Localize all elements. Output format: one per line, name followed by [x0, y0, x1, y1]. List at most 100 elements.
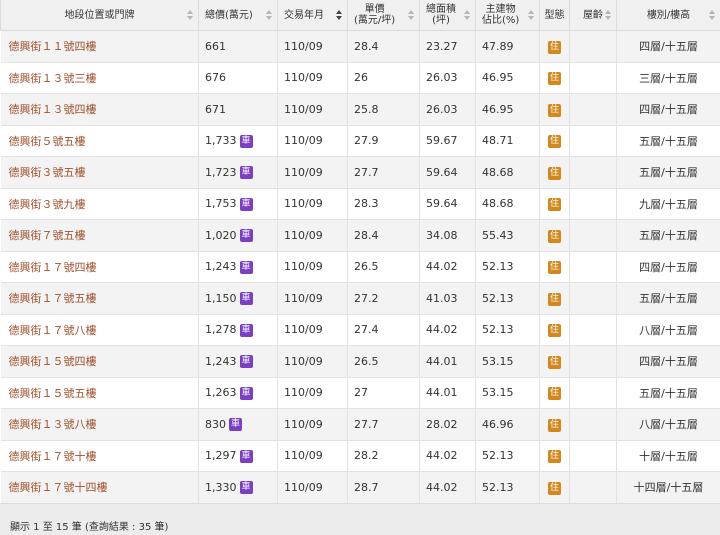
parking-badge: 車	[240, 387, 253, 400]
total-area-cell: 59.64	[420, 157, 476, 189]
total-price-value: 1,278	[205, 323, 237, 336]
total-area-cell: 59.64	[420, 188, 476, 220]
column-header-building-age[interactable]: 屋齡	[570, 0, 617, 31]
main-building-ratio-cell: 48.68	[476, 188, 540, 220]
building-type-cell: 住	[540, 251, 570, 283]
unit-price-cell: 26.5	[348, 251, 420, 283]
address-link[interactable]: 德興街１７號十樓	[1, 440, 199, 472]
table-row[interactable]: 德興街１５號五樓1,263車110/092744.0153.15住五層/十五層	[1, 377, 720, 409]
floor-cell: 八層/十五層	[617, 314, 720, 346]
unit-price-cell: 26	[348, 62, 420, 94]
address-link[interactable]: 德興街１５號五樓	[1, 377, 199, 409]
table-row[interactable]: 德興街３號五樓1,723車110/0927.759.6448.68住五層/十五層	[1, 157, 720, 189]
main-building-ratio-cell: 46.95	[476, 94, 540, 126]
total-price-value: 1,723	[205, 166, 237, 179]
building-type-cell: 住	[540, 125, 570, 157]
table-row[interactable]: 德興街５號五樓1,733車110/0927.959.6748.71住五層/十五層	[1, 125, 720, 157]
main-building-ratio-cell: 53.15	[476, 346, 540, 378]
address-link[interactable]: 德興街１７號四樓	[1, 251, 199, 283]
address-link[interactable]: 德興街１７號十四樓	[1, 472, 199, 504]
building-age-cell	[570, 472, 617, 504]
table-body: 德興街１１號四樓661110/0928.423.2747.89住四層/十五層德興…	[1, 31, 720, 504]
parking-badge: 車	[229, 418, 242, 431]
address-link[interactable]: 德興街１５號四樓	[1, 346, 199, 378]
table-row[interactable]: 德興街１５號四樓1,243車110/0926.544.0153.15住四層/十五…	[1, 346, 720, 378]
address-link[interactable]: 德興街１３號八樓	[1, 409, 199, 441]
building-type-cell: 住	[540, 31, 570, 63]
transaction-date-cell: 110/09	[278, 346, 348, 378]
floor-cell: 四層/十五層	[617, 94, 720, 126]
total-price-cell: 1,723車	[199, 157, 278, 189]
table-row[interactable]: 德興街３號九樓1,753車110/0928.359.6448.68住九層/十五層	[1, 188, 720, 220]
result-count-text: 顯示 1 至 15 筆 (查詢結果 : 35 筆)	[10, 518, 168, 533]
transaction-date-cell: 110/09	[278, 251, 348, 283]
parking-badge: 車	[240, 198, 253, 211]
floor-cell: 十四層/十五層	[617, 472, 720, 504]
table-row[interactable]: 德興街７號五樓1,020車110/0928.434.0855.43住五層/十五層	[1, 220, 720, 252]
table-row[interactable]: 德興街１７號五樓1,150車110/0927.241.0352.13住五層/十五…	[1, 283, 720, 315]
total-price-value: 1,753	[205, 197, 237, 210]
column-header-unit-price[interactable]: 單價 (萬元/坪)	[348, 0, 420, 31]
table-row[interactable]: 德興街１７號八樓1,278車110/0927.444.0252.13住八層/十五…	[1, 314, 720, 346]
total-price-cell: 830車	[199, 409, 278, 441]
main-building-ratio-cell: 48.68	[476, 157, 540, 189]
address-link[interactable]: 德興街３號五樓	[1, 157, 199, 189]
table-row[interactable]: 德興街１３號八樓830車110/0927.728.0246.96住八層/十五層	[1, 409, 720, 441]
table-row[interactable]: 德興街１７號四樓1,243車110/0926.544.0252.13住四層/十五…	[1, 251, 720, 283]
table-row[interactable]: 德興街１３號三樓676110/092626.0346.95住三層/十五層	[1, 62, 720, 94]
transaction-date-cell: 110/09	[278, 377, 348, 409]
address-link[interactable]: 德興街５號五樓	[1, 125, 199, 157]
total-price-value: 1,150	[205, 292, 237, 305]
sort-icon[interactable]	[528, 10, 535, 20]
total-area-cell: 44.02	[420, 472, 476, 504]
sort-icon[interactable]	[266, 10, 273, 20]
address-link[interactable]: 德興街３號九樓	[1, 188, 199, 220]
column-header-total-area[interactable]: 總面積 (坪)	[420, 0, 476, 31]
parking-badge: 車	[240, 450, 253, 463]
total-price-cell: 1,263車	[199, 377, 278, 409]
address-link[interactable]: 德興街７號五樓	[1, 220, 199, 252]
column-header-total-price[interactable]: 總價(萬元)	[199, 0, 278, 31]
building-type-cell: 住	[540, 409, 570, 441]
parking-badge: 車	[240, 481, 253, 494]
address-link[interactable]: 德興街１３號四樓	[1, 94, 199, 126]
sort-icon[interactable]	[464, 10, 471, 20]
total-price-cell: 1,753車	[199, 188, 278, 220]
address-link[interactable]: 德興街１７號八樓	[1, 314, 199, 346]
column-header-address[interactable]: 地段位置或門牌	[1, 0, 199, 31]
floor-cell: 九層/十五層	[617, 188, 720, 220]
address-link[interactable]: 德興街１１號四樓	[1, 31, 199, 63]
total-price-cell: 1,297車	[199, 440, 278, 472]
main-building-ratio-cell: 47.89	[476, 31, 540, 63]
unit-price-cell: 27.7	[348, 409, 420, 441]
address-link[interactable]: 德興街１７號五樓	[1, 283, 199, 315]
sort-icon[interactable]	[709, 10, 716, 20]
column-header-label: 總面積 (坪)	[426, 4, 456, 26]
table-row[interactable]: 德興街１１號四樓661110/0928.423.2747.89住四層/十五層	[1, 31, 720, 63]
building-type-cell: 住	[540, 346, 570, 378]
column-header-transaction-date[interactable]: 交易年月	[278, 0, 348, 31]
address-link[interactable]: 德興街１３號三樓	[1, 62, 199, 94]
table-row[interactable]: 德興街１７號十樓1,297車110/0928.244.0252.13住十層/十五…	[1, 440, 720, 472]
unit-price-cell: 25.8	[348, 94, 420, 126]
column-header-floor[interactable]: 樓別/樓高	[617, 0, 720, 31]
total-price-value: 671	[205, 103, 226, 116]
building-age-cell	[570, 220, 617, 252]
table-row[interactable]: 德興街１７號十四樓1,330車110/0928.744.0252.13住十四層/…	[1, 472, 720, 504]
table-row[interactable]: 德興街１３號四樓671110/0925.826.0346.95住四層/十五層	[1, 94, 720, 126]
unit-price-cell: 27.2	[348, 283, 420, 315]
transaction-table-container: 地段位置或門牌總價(萬元)交易年月單價 (萬元/坪) 總面積 (坪) 主建物 佔比(…	[0, 0, 720, 504]
sort-icon[interactable]	[408, 10, 415, 20]
transaction-date-cell: 110/09	[278, 472, 348, 504]
total-price-value: 1,243	[205, 260, 237, 273]
sort-active-icon[interactable]	[336, 10, 343, 20]
total-price-cell: 1,278車	[199, 314, 278, 346]
transaction-date-cell: 110/09	[278, 220, 348, 252]
sort-icon[interactable]	[605, 10, 612, 20]
column-header-label: 單價 (萬元/坪)	[354, 4, 395, 26]
total-price-cell: 1,733車	[199, 125, 278, 157]
column-header-main-building-ratio[interactable]: 主建物 佔比(%)	[476, 0, 540, 31]
sort-icon[interactable]	[187, 10, 194, 20]
total-area-cell: 44.02	[420, 314, 476, 346]
total-price-cell: 1,150車	[199, 283, 278, 315]
